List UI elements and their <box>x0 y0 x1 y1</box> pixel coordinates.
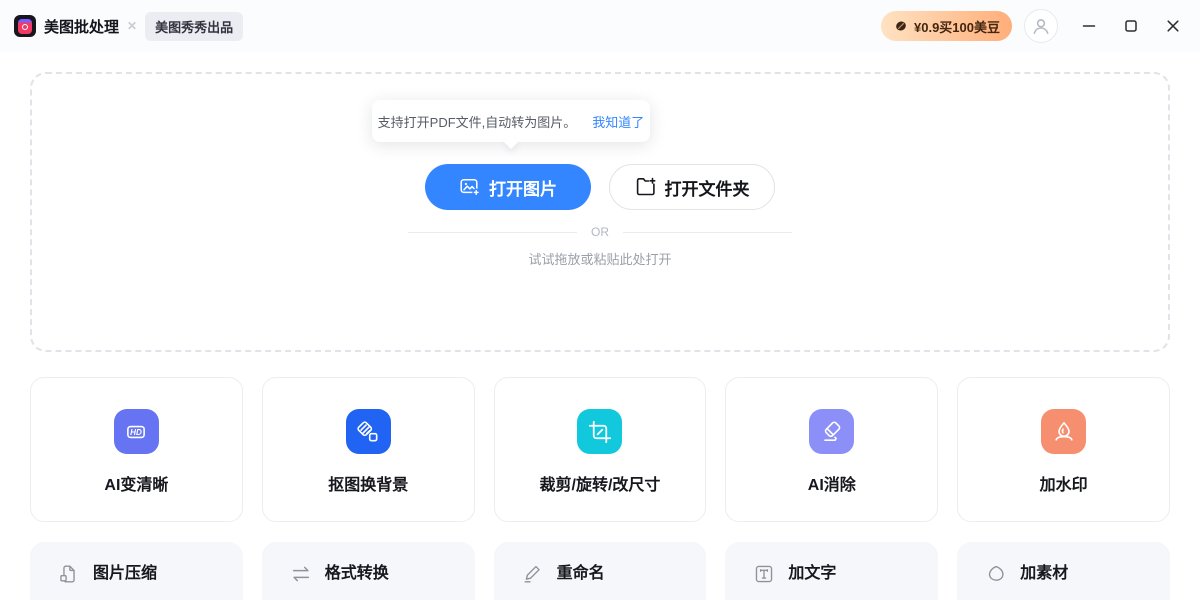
buy-beans-label: ¥0.9买100美豆 <box>914 17 1000 36</box>
app-logo-icon <box>14 15 36 37</box>
feature-label: 加水印 <box>1040 471 1088 495</box>
or-divider: OR <box>408 222 792 242</box>
feature-card[interactable]: AI变清晰 <box>30 377 243 522</box>
pdf-tooltip-text: 支持打开PDF文件,自动转为图片。 <box>378 112 577 131</box>
feature-cards-row: AI变清晰 抠图换背景 裁剪/旋转/改尺寸 AI消除 加水印 <box>30 377 1170 522</box>
close-button[interactable] <box>1152 8 1194 44</box>
open-folder-button[interactable]: 打开文件夹 <box>609 164 775 210</box>
convert-icon <box>290 563 312 585</box>
avatar[interactable] <box>1024 9 1058 43</box>
tool-label: 重命名 <box>557 563 605 585</box>
minimize-button[interactable] <box>1068 8 1110 44</box>
feature-label: 裁剪/旋转/改尺寸 <box>540 471 661 495</box>
feature-icon-tile <box>114 409 159 454</box>
publisher-badge: 美图秀秀出品 <box>145 12 243 41</box>
feature-card[interactable]: 抠图换背景 <box>262 377 475 522</box>
tool-card[interactable]: 加文字 <box>725 542 938 600</box>
watermark-icon <box>1051 419 1077 445</box>
image-plus-icon <box>459 176 481 198</box>
feature-label: 抠图换背景 <box>328 471 408 495</box>
feature-label: AI变清晰 <box>104 471 168 495</box>
feature-card[interactable]: 加水印 <box>957 377 1170 522</box>
or-label: OR <box>591 225 609 239</box>
close-icon <box>1163 16 1183 36</box>
feature-label: AI消除 <box>808 471 856 495</box>
minimize-icon <box>1079 16 1099 36</box>
open-folder-label: 打开文件夹 <box>665 175 750 200</box>
tool-card[interactable]: 格式转换 <box>262 542 475 600</box>
feature-card[interactable]: AI消除 <box>725 377 938 522</box>
tool-card[interactable]: 图片压缩 <box>30 542 243 600</box>
eraser-icon <box>819 419 845 445</box>
tool-card[interactable]: 重命名 <box>494 542 707 600</box>
titlebar: 美图批处理 ✕ 美图秀秀出品 ¥0.9买100美豆 <box>0 0 1200 52</box>
title-separator-icon: ✕ <box>127 19 137 33</box>
tool-label: 加文字 <box>788 563 836 585</box>
window-controls <box>1068 8 1194 44</box>
open-image-button[interactable]: 打开图片 <box>425 164 591 210</box>
tool-label: 图片压缩 <box>93 563 157 585</box>
drop-hint: 试试拖放或粘贴此处打开 <box>32 250 1168 270</box>
crop-icon <box>587 419 613 445</box>
buy-beans-button[interactable]: ¥0.9买100美豆 <box>881 11 1012 41</box>
person-icon <box>1029 14 1053 38</box>
feature-icon-tile <box>577 409 622 454</box>
hd-icon <box>123 419 149 445</box>
compress-icon <box>58 563 80 585</box>
tool-cards-row: 图片压缩 格式转换 重命名 加文字 加素材 <box>30 542 1170 600</box>
tool-card[interactable]: 加素材 <box>957 542 1170 600</box>
tooltip-dismiss-link[interactable]: 我知道了 <box>592 112 644 131</box>
maximize-icon <box>1121 16 1141 36</box>
open-image-label: 打开图片 <box>489 175 557 200</box>
feature-icon-tile <box>346 409 391 454</box>
file-dropzone[interactable]: 支持打开PDF文件,自动转为图片。 我知道了 打开图片 打开文件夹 OR 试试拖… <box>30 72 1170 352</box>
tool-label: 加素材 <box>1020 563 1068 585</box>
add-text-icon <box>753 563 775 585</box>
folder-plus-icon <box>635 176 657 198</box>
feature-icon-tile <box>809 409 854 454</box>
sticker-icon <box>985 563 1007 585</box>
tool-label: 格式转换 <box>325 563 389 585</box>
open-buttons-row: 打开图片 打开文件夹 <box>32 164 1168 210</box>
app-title: 美图批处理 <box>44 16 119 37</box>
cutout-icon <box>355 419 381 445</box>
bean-icon <box>893 18 909 34</box>
tooltip-arrow <box>504 135 518 149</box>
feature-card[interactable]: 裁剪/旋转/改尺寸 <box>494 377 707 522</box>
pdf-tooltip: 支持打开PDF文件,自动转为图片。 我知道了 <box>372 100 650 142</box>
maximize-button[interactable] <box>1110 8 1152 44</box>
rename-icon <box>522 563 544 585</box>
feature-icon-tile <box>1041 409 1086 454</box>
